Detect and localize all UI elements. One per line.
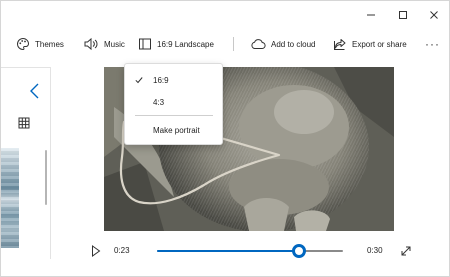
more-options-button[interactable]: ··· [425,35,440,53]
close-icon [430,11,438,19]
left-panel [1,67,51,259]
aspect-ratio-menu: 16:9 4:3 Make portrait [124,63,223,145]
chevron-left-icon[interactable] [28,82,42,100]
menu-item-4-3[interactable]: 4:3 [125,94,222,110]
checkmark-icon [135,77,143,84]
music-button[interactable]: Music [83,35,125,53]
seek-bar-progress [157,250,300,252]
maximize-icon [399,11,407,19]
aspect-ratio-icon [139,38,151,50]
app-window: Themes Music 16:9 Landscape Add to cloud [0,0,450,277]
minimize-icon [367,14,375,16]
play-icon[interactable] [91,245,101,257]
share-icon [334,39,346,50]
menu-item-label: 4:3 [153,97,165,107]
cloud-icon [251,39,266,50]
add-to-cloud-label: Add to cloud [271,39,316,49]
current-time: 0:23 [114,246,130,255]
palette-icon [17,37,30,51]
close-button[interactable] [424,7,444,23]
grid-view-icon[interactable] [18,117,30,129]
aspect-ratio-button[interactable]: 16:9 Landscape [138,35,214,53]
playback-controls: 0:23 0:30 [1,239,450,263]
seek-bar-thumb[interactable] [292,244,307,258]
menu-item-make-portrait[interactable]: Make portrait [125,122,222,138]
more-icon: ··· [425,37,440,51]
menu-divider [135,115,213,116]
aspect-ratio-label: 16:9 Landscape [157,39,214,49]
menu-item-16-9[interactable]: 16:9 [125,72,222,88]
media-thumbnail[interactable] [1,148,19,248]
toolbar: Themes Music 16:9 Landscape Add to cloud [1,31,450,57]
add-to-cloud-button[interactable]: Add to cloud [250,35,315,53]
export-share-label: Export or share [352,39,407,49]
speaker-icon [84,37,98,51]
export-share-button[interactable]: Export or share [333,35,407,53]
menu-item-label: 16:9 [153,75,169,85]
expand-icon[interactable] [400,245,412,257]
menu-item-label: Make portrait [153,125,200,135]
minimize-button[interactable] [361,7,381,23]
themes-label: Themes [35,39,64,49]
left-panel-scrollbar[interactable] [45,150,47,205]
maximize-button[interactable] [393,7,413,23]
themes-button[interactable]: Themes [16,35,64,53]
total-time: 0:30 [367,246,383,255]
seek-bar[interactable] [157,244,343,258]
toolbar-divider [233,37,234,51]
music-label: Music [104,39,125,49]
